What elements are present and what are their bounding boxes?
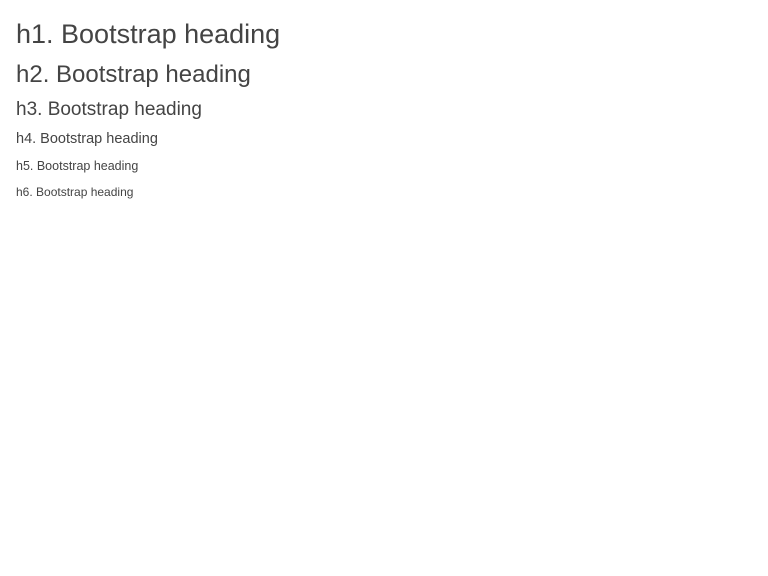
heading-h2: h2. Bootstrap heading	[16, 60, 251, 88]
heading-h5: h5. Bootstrap heading	[16, 158, 139, 173]
heading-h3: h3. Bootstrap heading	[16, 99, 202, 121]
heading-h4: h4. Bootstrap heading	[16, 130, 158, 147]
page-content: h1. Bootstrap heading h2. Bootstrap head…	[0, 0, 768, 576]
heading-h6: h6. Bootstrap heading	[16, 184, 134, 199]
heading-h1: h1. Bootstrap heading	[16, 19, 281, 49]
